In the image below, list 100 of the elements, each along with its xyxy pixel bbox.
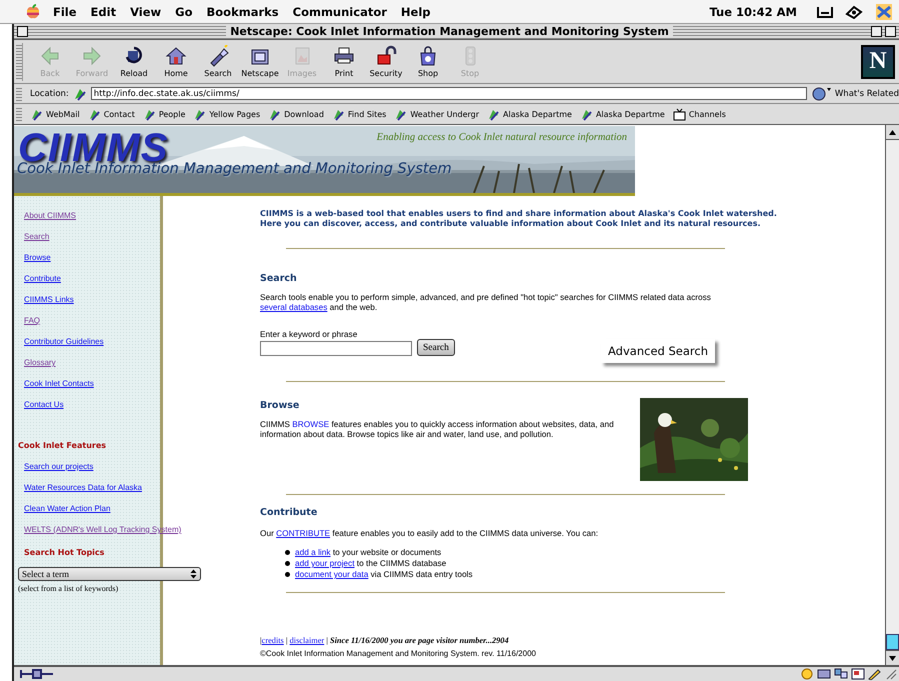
nav-link[interactable]: Cook Inlet Contacts bbox=[24, 379, 94, 400]
menu-item[interactable]: View bbox=[123, 4, 168, 18]
bookmark-item[interactable]: Find Sites bbox=[332, 108, 386, 120]
bullet-icon bbox=[285, 572, 290, 577]
toolbar-button[interactable]: Search bbox=[197, 43, 239, 80]
bookmark-item[interactable]: Weather Undergr bbox=[394, 108, 480, 120]
toolbar-button[interactable]: Print bbox=[323, 43, 365, 80]
bookmark-item[interactable]: Alaska Departme bbox=[580, 108, 665, 120]
plug-icon bbox=[19, 668, 55, 680]
nav-link[interactable]: About CIIMMS bbox=[24, 211, 76, 232]
nav-link[interactable]: Contribute bbox=[24, 274, 61, 295]
bookmark-icon bbox=[88, 108, 101, 120]
scroll-thumb[interactable] bbox=[886, 634, 899, 650]
nav-link[interactable]: Water Resources Data for Alaska bbox=[24, 483, 142, 504]
text-link[interactable]: several databases bbox=[260, 302, 328, 312]
bookmark-item[interactable]: WebMail bbox=[30, 108, 80, 120]
bookmark-icon bbox=[193, 108, 206, 120]
globe-icon bbox=[810, 86, 833, 100]
bookmark-item[interactable]: People bbox=[142, 108, 186, 120]
description-text: Search tools enable you to perform simple, advanced, and pre defined "hot topic" searches for CIIMMS related data across several databases and the web. bbox=[260, 292, 712, 312]
close-box[interactable] bbox=[17, 26, 28, 37]
netscape-logo[interactable]: N bbox=[861, 44, 895, 78]
scroll-up-button[interactable] bbox=[886, 125, 899, 140]
bookmark-item[interactable]: Download bbox=[268, 108, 324, 120]
navigator-icon bbox=[800, 668, 814, 680]
location-label: Location: bbox=[30, 88, 69, 98]
toolbar-grip[interactable] bbox=[16, 86, 22, 102]
bookmark-icon bbox=[142, 108, 156, 120]
text-link[interactable]: document your data bbox=[295, 569, 368, 579]
bookmark-icon bbox=[332, 108, 345, 120]
url-field[interactable]: http://info.dec.state.ak.us/ciimms/ bbox=[90, 87, 807, 100]
zoom-box[interactable] bbox=[870, 26, 882, 37]
channel-icon bbox=[672, 108, 686, 120]
collapse-box[interactable] bbox=[884, 26, 896, 37]
advanced-search-button[interactable]: Advanced Search bbox=[601, 339, 715, 363]
toolbar-button[interactable]: Security bbox=[365, 43, 407, 80]
bookmark-icon bbox=[487, 108, 500, 120]
scroll-down-button[interactable] bbox=[886, 650, 899, 665]
nav-link[interactable]: Search bbox=[24, 232, 50, 253]
text-link[interactable]: add a link bbox=[295, 547, 331, 557]
toolbar-button[interactable]: Shop bbox=[407, 43, 449, 80]
nav-link[interactable]: Search our projects bbox=[24, 462, 94, 483]
resize-grip-icon bbox=[885, 668, 897, 680]
nav-link[interactable]: FAQ bbox=[24, 316, 40, 337]
bullet-icon bbox=[285, 550, 290, 555]
padlock-icon bbox=[375, 45, 397, 67]
arrow-left-icon bbox=[39, 45, 61, 67]
nav-link[interactable]: Glossary bbox=[24, 358, 56, 379]
list-item-text: add a link to your website or documents bbox=[295, 547, 442, 558]
toolbar-button[interactable]: Reload bbox=[113, 43, 155, 80]
bookmark-icon bbox=[580, 108, 593, 120]
text-link[interactable]: add your project bbox=[295, 558, 354, 568]
pencil-icon bbox=[868, 668, 882, 680]
menu-item[interactable]: Edit bbox=[84, 4, 124, 18]
text-link[interactable]: BROWSE bbox=[292, 419, 330, 429]
site-logo[interactable]: CIIMMS bbox=[18, 126, 168, 159]
apple-icon bbox=[26, 4, 40, 20]
text-link[interactable]: CONTRIBUTE bbox=[276, 528, 330, 538]
nav-link[interactable]: Contact Us bbox=[24, 400, 64, 421]
site-subtitle: Cook Inlet Information Management and Monitoring System bbox=[17, 161, 452, 177]
description-text: Our CONTRIBUTE feature enables you to easily add to the CIIMMS data universe. You can: bbox=[260, 528, 600, 538]
field-label: Enter a keyword or phrase bbox=[260, 329, 358, 339]
footer-links: |credits | disclaimer | Since 11/16/2000 you are page visitor number...2904 bbox=[260, 636, 510, 645]
toolbar-button[interactable]: Home bbox=[155, 43, 197, 80]
keyword-field[interactable] bbox=[260, 341, 412, 356]
list-item-text: add your project to the CIIMMS database bbox=[295, 558, 446, 569]
toolbar-button[interactable]: Netscape bbox=[239, 43, 281, 80]
intro-text: CIIMMS is a web-based tool that enables users to find and share information about Alaska's Cook Inlet watershed. Here you can discover, access, and contribute valuable information about Cook Inlet and its natural resources. bbox=[260, 209, 778, 229]
arrow-down-icon bbox=[889, 656, 896, 660]
menu-clock[interactable]: Tue 10:42 AM bbox=[709, 4, 797, 18]
nav-link[interactable]: Contributor Guidelines bbox=[24, 337, 104, 358]
whats-related-button[interactable]: What's Related bbox=[810, 86, 899, 100]
bookmark-item[interactable]: Alaska Departme bbox=[487, 108, 572, 120]
menu-item[interactable]: File bbox=[46, 4, 84, 18]
select-hint: (select from a list of keywords) bbox=[18, 584, 120, 593]
copyright-text: ©Cook Inlet Information Management and Monitoring System. rev. 11/16/2000 bbox=[260, 649, 537, 658]
bookmark-item[interactable]: Channels bbox=[672, 108, 726, 120]
arrow-right-icon bbox=[81, 45, 103, 67]
menu-item[interactable]: Help bbox=[394, 4, 438, 18]
bullet-icon bbox=[285, 561, 290, 566]
menu-item[interactable]: Communicator bbox=[286, 4, 394, 18]
bookmark-item[interactable]: Yellow Pages bbox=[193, 108, 260, 120]
text-link[interactable]: credits bbox=[262, 636, 284, 645]
section-heading: Browse bbox=[260, 400, 300, 411]
text-link[interactable]: disclaimer bbox=[290, 636, 324, 645]
nav-link[interactable]: Browse bbox=[24, 253, 51, 274]
site-tagline: Enabling access to Cook Inlet natural resource information bbox=[376, 132, 627, 143]
mail-icon bbox=[817, 668, 831, 680]
bookmark-icon bbox=[394, 108, 408, 120]
bookmark-icon bbox=[30, 108, 43, 120]
bookmark-item[interactable]: Contact bbox=[88, 108, 135, 120]
toolbar-grip[interactable] bbox=[16, 42, 23, 80]
term-select[interactable]: Select a term bbox=[18, 567, 201, 581]
house-icon bbox=[165, 45, 187, 67]
menu-item[interactable]: Go bbox=[168, 4, 200, 18]
nav-link[interactable]: Clean Water Action Plan bbox=[24, 504, 110, 525]
search-button[interactable]: Search bbox=[417, 339, 455, 356]
toolbar-grip[interactable] bbox=[16, 106, 22, 122]
nav-link[interactable]: CIIMMS Links bbox=[24, 295, 74, 316]
menu-item[interactable]: Bookmarks bbox=[200, 4, 286, 18]
